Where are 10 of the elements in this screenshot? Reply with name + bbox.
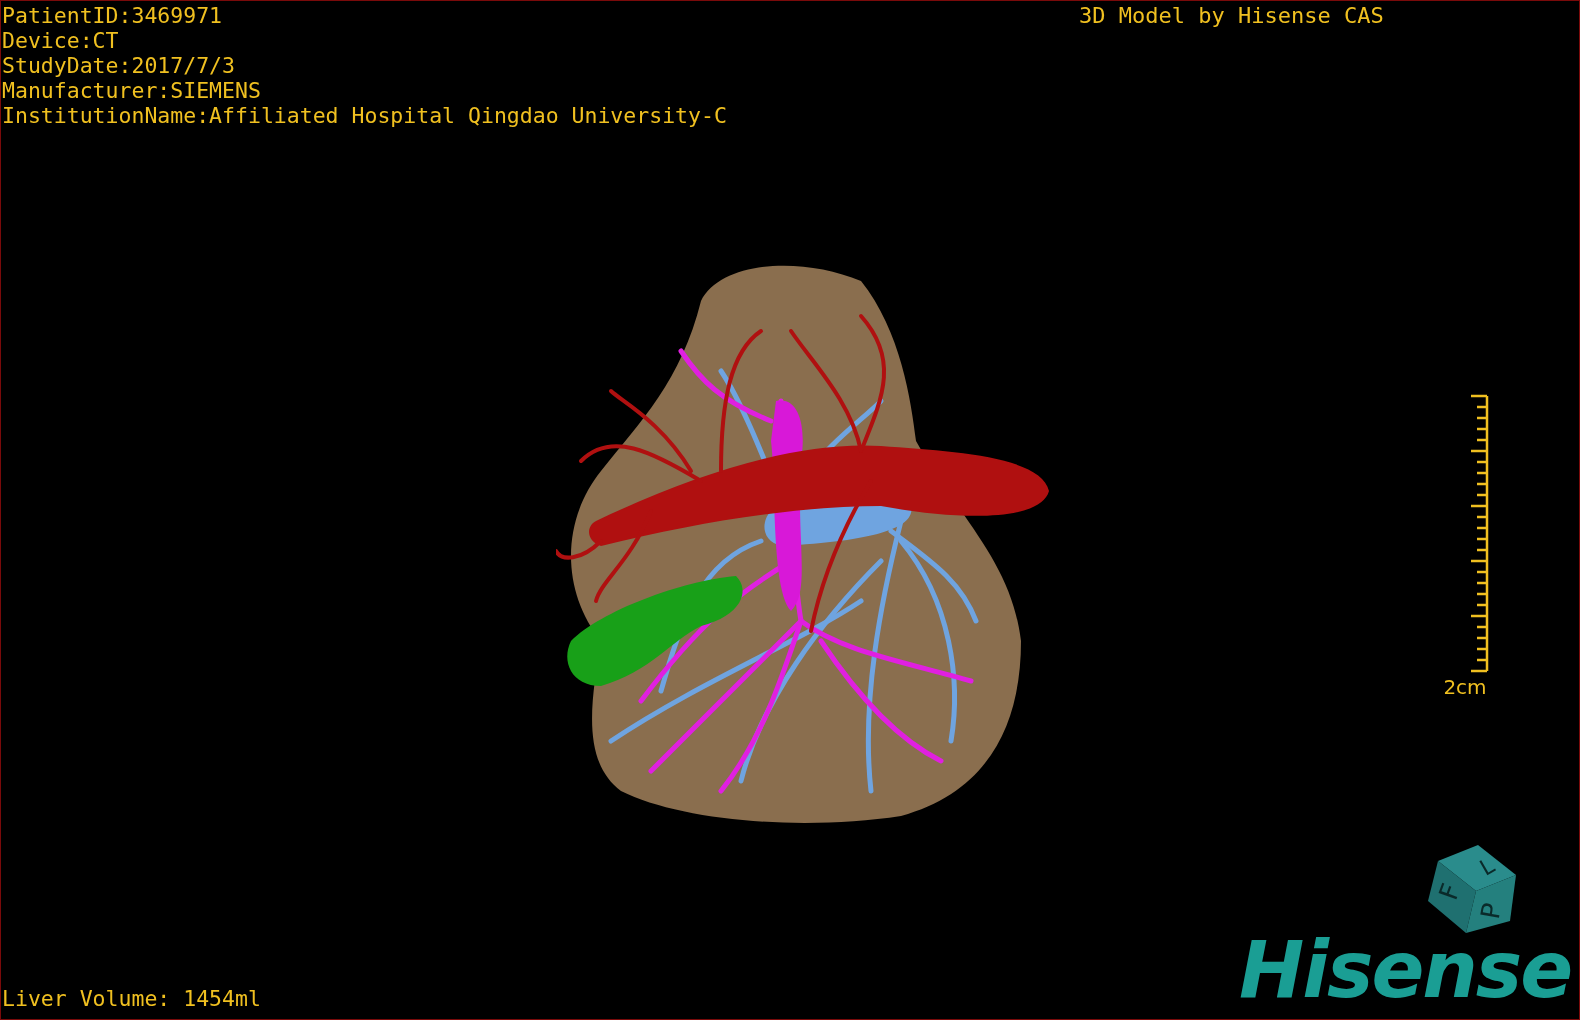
patient-info-text: PatientID:3469971 bbox=[2, 3, 224, 28]
patient-info-text: Device:CT bbox=[2, 28, 120, 53]
viewer-title: 3D Model by Hisense CAS bbox=[1079, 3, 1384, 28]
liver-volume-text: Liver Volume: 1454ml bbox=[2, 986, 261, 1011]
patient-info-text: StudyDate:2017/7/3 bbox=[2, 53, 236, 78]
scale-label: 2cm bbox=[1443, 677, 1487, 697]
patient-info-text: InstitutionName:Affiliated Hospital Qingdao University-C bbox=[2, 103, 727, 128]
brand-logo: Hisense bbox=[1239, 931, 1572, 1009]
scale-bar-icon bbox=[1471, 394, 1489, 674]
patient-info-text: Manufacturer:SIEMENS bbox=[2, 78, 262, 103]
